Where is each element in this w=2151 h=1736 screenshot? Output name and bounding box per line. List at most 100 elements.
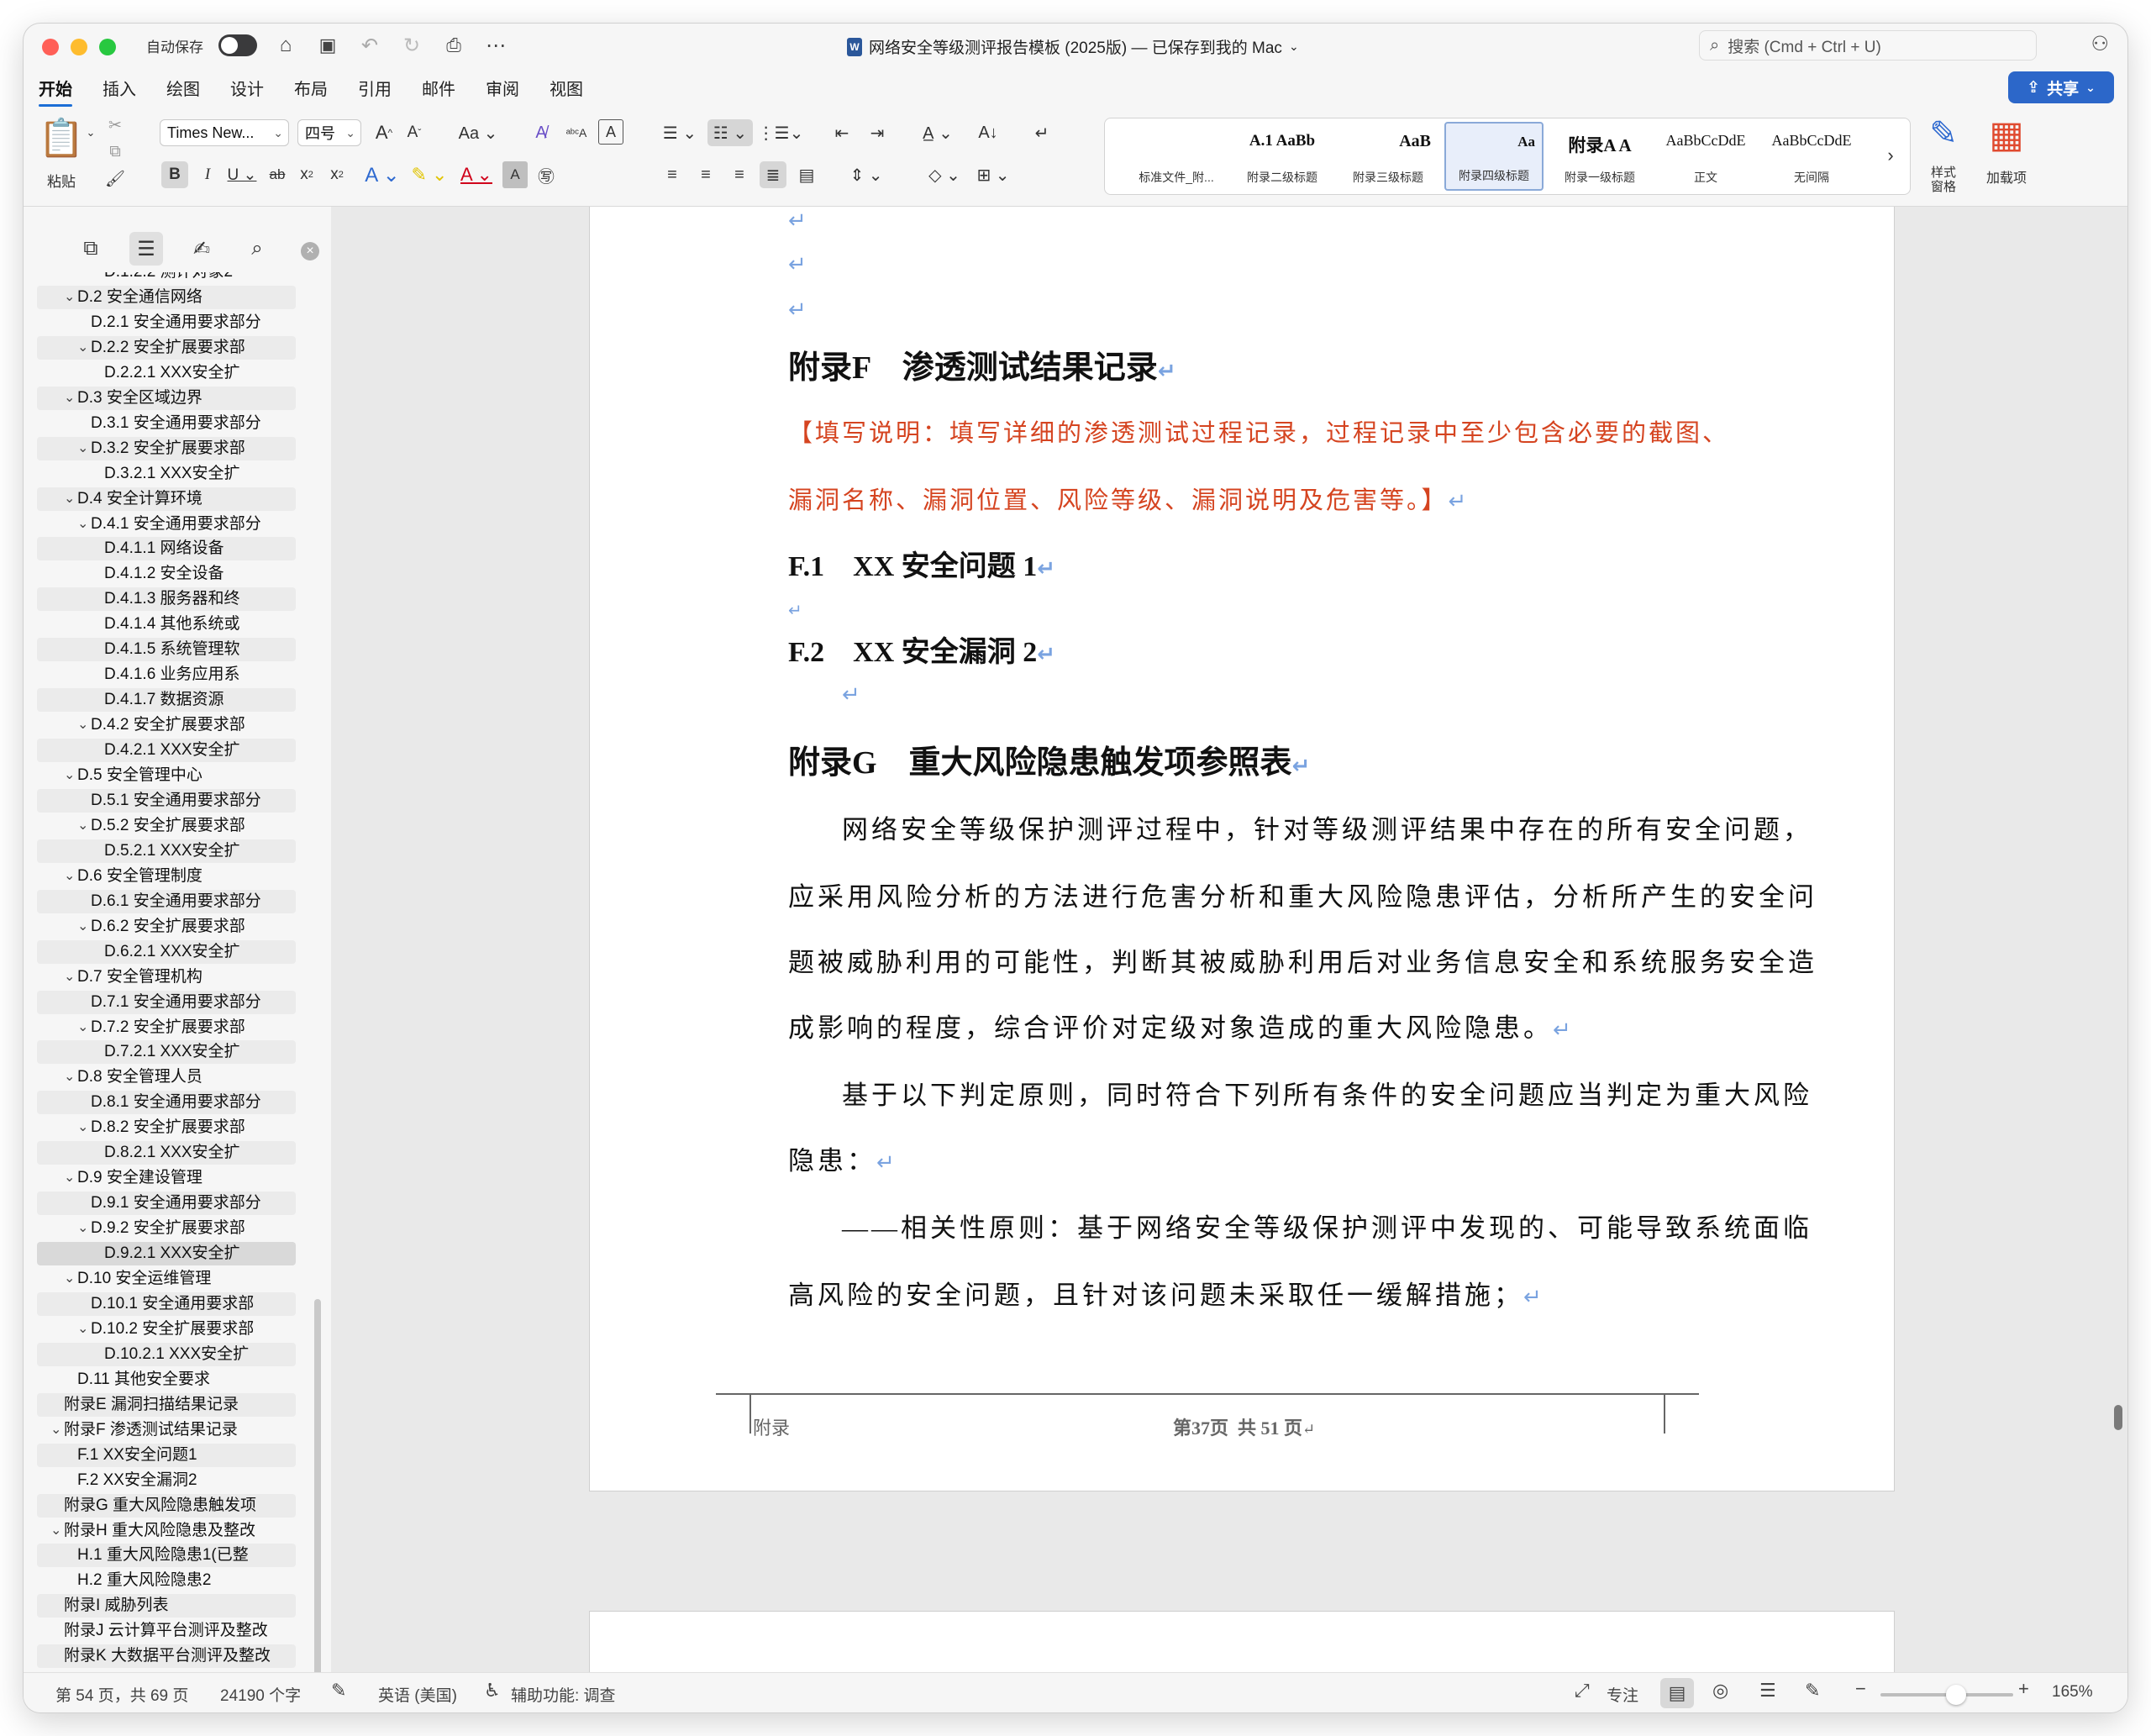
- nav-heading-item[interactable]: D.8.2.1 XXX安全扩: [37, 1141, 296, 1165]
- page-count[interactable]: 第 54 页，共 69 页: [55, 1683, 188, 1706]
- search-field[interactable]: ⌕ 搜索 (Cmd + Ctrl + U): [1699, 30, 2037, 60]
- nav-heading-item[interactable]: ⌄ D.4.1 安全通用要求部分: [37, 513, 296, 536]
- tab-layout[interactable]: 布局: [294, 76, 328, 100]
- nav-heading-item[interactable]: ⌄ D.10.2 安全扩展要求部: [37, 1318, 296, 1341]
- style-appendix-level3[interactable]: AaB 附录三级标题: [1338, 122, 1438, 191]
- chevron-down-icon[interactable]: ⌄: [77, 915, 88, 939]
- sort-icon[interactable]: A↓: [975, 119, 1002, 146]
- nav-heading-item[interactable]: D.11 其他安全要求: [37, 1368, 296, 1391]
- nav-heading-item[interactable]: H.1 重大风险隐患1(已整: [37, 1544, 296, 1568]
- styles-pane-icon[interactable]: ✎: [1922, 111, 1964, 156]
- nav-heading-item[interactable]: D.9.2.1 XXX安全扩: [37, 1242, 296, 1266]
- draft-view-icon[interactable]: ✎: [1805, 1680, 1820, 1702]
- nav-heading-item[interactable]: F.1 XX安全问题1: [37, 1443, 296, 1467]
- document-title[interactable]: W 网络安全等级测评报告模板 (2025版) — 已保存到我的 Mac ⌄: [847, 35, 1299, 58]
- tab-design[interactable]: 设计: [230, 76, 264, 100]
- nav-scrollbar[interactable]: [314, 1299, 321, 1702]
- justify-icon[interactable]: ≣: [760, 161, 786, 188]
- focus-label[interactable]: 专注: [1607, 1683, 1638, 1706]
- chevron-down-icon[interactable]: ⌄: [77, 437, 88, 460]
- bullets-icon[interactable]: ☰ ⌄: [659, 119, 701, 146]
- focus-icon[interactable]: ⤢: [1575, 1680, 1590, 1702]
- nav-heading-item[interactable]: D.5.1 安全通用要求部分: [37, 788, 296, 813]
- underline-button[interactable]: U ⌄: [225, 161, 259, 188]
- nav-heading-item[interactable]: ⌄ D.3 安全区域边界: [37, 386, 296, 410]
- show-marks-icon[interactable]: ↵: [1028, 119, 1055, 146]
- nav-heading-item[interactable]: F.2 XX安全漏洞2: [37, 1469, 296, 1492]
- chevron-down-icon[interactable]: ⌄: [77, 1217, 88, 1240]
- nav-heading-item[interactable]: ⌄ D.10 安全运维管理: [37, 1267, 296, 1291]
- zoom-in-icon[interactable]: +: [2018, 1678, 2029, 1700]
- chevron-down-icon[interactable]: ⌄: [64, 487, 75, 511]
- nav-heading-item[interactable]: ⌄ D.4.2 安全扩展要求部: [37, 713, 296, 737]
- chevron-down-icon[interactable]: ⌄: [77, 713, 88, 737]
- nav-heading-item[interactable]: ⌄ D.2.2 安全扩展要求部: [37, 335, 296, 360]
- nav-heading-item[interactable]: ⌄ D.8.2 安全扩展要求部: [37, 1116, 296, 1139]
- search-icon[interactable]: ⌕: [240, 232, 274, 266]
- style-standard-attachment[interactable]: 标准文件_附...: [1127, 122, 1226, 191]
- addins-icon[interactable]: ▦: [1981, 111, 2032, 158]
- highlight-icon[interactable]: ✎ ⌄: [410, 161, 449, 188]
- copy-icon[interactable]: ⧉: [104, 141, 126, 163]
- align-left-icon[interactable]: ≡: [659, 161, 686, 188]
- chevron-down-icon[interactable]: ⌄: [64, 1267, 75, 1291]
- character-shading-icon[interactable]: A: [502, 161, 528, 188]
- tab-review[interactable]: 审阅: [486, 76, 519, 100]
- nav-heading-item[interactable]: ⌄ D.4 安全计算环境: [37, 487, 296, 511]
- nav-heading-item[interactable]: D.6.1 安全通用要求部分: [37, 889, 296, 913]
- italic-button[interactable]: I: [195, 161, 220, 188]
- chevron-down-icon[interactable]: ⌄: [64, 965, 75, 989]
- clear-format-icon[interactable]: A̸: [528, 119, 555, 146]
- word-count[interactable]: 24190 个字: [220, 1683, 301, 1706]
- style-no-spacing[interactable]: AaBbCcDdE 无间隔: [1762, 122, 1861, 191]
- proofing-icon[interactable]: ✎: [331, 1680, 346, 1702]
- tab-references[interactable]: 引用: [358, 76, 392, 100]
- autosave-toggle[interactable]: [218, 34, 257, 56]
- nav-heading-item[interactable]: D.10.2.1 XXX安全扩: [37, 1342, 296, 1366]
- nav-heading-item[interactable]: D.6.2.1 XXX安全扩: [37, 939, 296, 964]
- chevron-down-icon[interactable]: ⌄: [64, 286, 75, 309]
- align-center-icon[interactable]: ≡: [692, 161, 719, 188]
- change-case-icon[interactable]: Aa ⌄: [457, 119, 499, 146]
- nav-heading-item[interactable]: D.7.1 安全通用要求部分: [37, 990, 296, 1014]
- asian-layout-icon[interactable]: A̲ ⌄: [914, 119, 961, 146]
- distributed-icon[interactable]: ▤: [793, 161, 820, 188]
- nav-heading-item[interactable]: D.4.1.4 其他系统或: [37, 613, 296, 636]
- nav-heading-item[interactable]: 附录J 云计算平台测评及整改: [37, 1619, 296, 1643]
- subscript-button[interactable]: x2: [294, 161, 319, 188]
- cut-icon[interactable]: ✂: [104, 114, 126, 136]
- tab-draw[interactable]: 绘图: [166, 76, 200, 100]
- nav-heading-item[interactable]: ⌄ D.3.2 安全扩展要求部: [37, 436, 296, 460]
- chevron-down-icon[interactable]: ⌄: [50, 1519, 61, 1543]
- borders-icon[interactable]: ⊞ ⌄: [971, 161, 1015, 188]
- format-painter-icon[interactable]: 🖌: [104, 168, 126, 190]
- nav-heading-item[interactable]: ⌄ D.2 安全通信网络: [37, 285, 296, 309]
- multilevel-list-icon[interactable]: ⋮☰⌄: [758, 119, 804, 146]
- shrink-font-icon[interactable]: Aˇ: [402, 119, 427, 146]
- line-spacing-icon[interactable]: ⇕ ⌄: [844, 161, 889, 188]
- chevron-down-icon[interactable]: ⌄: [84, 124, 97, 141]
- close-window-button[interactable]: [42, 39, 59, 55]
- chevron-down-icon[interactable]: ⌄: [64, 764, 75, 787]
- align-right-icon[interactable]: ≡: [726, 161, 753, 188]
- nav-heading-item[interactable]: ⌄ D.6 安全管理制度: [37, 865, 296, 888]
- style-appendix-level4[interactable]: Aa 附录四级标题: [1444, 122, 1544, 191]
- nav-heading-item[interactable]: ⌄ D.5 安全管理中心: [37, 764, 296, 787]
- nav-heading-item[interactable]: H.2 重大风险隐患2: [37, 1569, 296, 1592]
- tab-home[interactable]: 开始: [39, 76, 72, 107]
- chevron-down-icon[interactable]: ⌄: [64, 1065, 75, 1089]
- chevron-down-icon[interactable]: ⌄: [50, 1418, 61, 1442]
- minimize-window-button[interactable]: [71, 39, 87, 55]
- superscript-button[interactable]: x2: [324, 161, 350, 188]
- nav-heading-item[interactable]: ⌄ D.9.2 安全扩展要求部: [37, 1217, 296, 1240]
- nav-heading-item[interactable]: 附录E 漏洞扫描结果记录: [37, 1392, 296, 1417]
- nav-heading-item[interactable]: 附录K 大数据平台测评及整改: [37, 1644, 296, 1669]
- nav-heading-item[interactable]: ⌄ D.7.2 安全扩展要求部: [37, 1016, 296, 1039]
- increase-indent-icon[interactable]: ⇥: [864, 119, 891, 146]
- chevron-down-icon[interactable]: ⌄: [77, 336, 88, 360]
- home-icon[interactable]: ⌂: [272, 32, 299, 59]
- tab-insert[interactable]: 插入: [103, 76, 136, 100]
- person-share-icon[interactable]: ⚇: [2091, 32, 2109, 56]
- document-canvas[interactable]: ↵ ↵ ↵ 附录F 渗透测试结果记录↵ 【填写说明：填写详细的渗透测试过程记录，…: [331, 207, 2127, 1672]
- chevron-down-icon[interactable]: ⌄: [77, 1116, 88, 1139]
